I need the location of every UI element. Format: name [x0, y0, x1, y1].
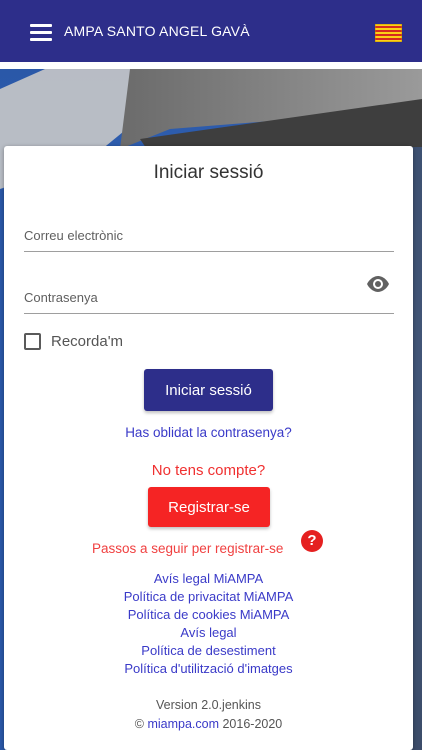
remember-me-checkbox[interactable]: Recorda'm	[24, 333, 123, 350]
eye-icon[interactable]	[366, 274, 390, 294]
register-button[interactable]: Registrar-se	[148, 487, 270, 527]
legal-link-privacitat-miampa[interactable]: Política de privacitat MiAMPA	[4, 588, 413, 606]
login-button[interactable]: Iniciar sessió	[144, 369, 273, 411]
app-title: AMPA SANTO ANGEL GAVÀ	[64, 23, 250, 39]
password-field-container	[24, 270, 394, 314]
version-text: Version 2.0.jenkins	[156, 698, 261, 712]
copyright-years: 2016-2020	[222, 717, 283, 731]
email-field-container	[24, 208, 394, 252]
copyright-symbol: ©	[134, 717, 144, 731]
checkbox-box[interactable]	[24, 333, 41, 350]
login-card: Iniciar sessió Recorda'm Iniciar sessió …	[4, 146, 413, 750]
legal-links-list: Avís legal MiAMPA Política de privacitat…	[4, 570, 413, 678]
login-title: Iniciar sessió	[153, 162, 264, 183]
miampa-site-link[interactable]: miampa.com	[147, 717, 219, 731]
password-input[interactable]	[24, 270, 394, 313]
legal-link-avis-legal-miampa[interactable]: Avís legal MiAMPA	[4, 570, 413, 588]
email-input[interactable]	[24, 208, 394, 251]
registration-steps-link[interactable]: Passos a seguir per registrar-se	[92, 541, 283, 556]
question-mark-icon[interactable]: ?	[301, 530, 323, 552]
legal-link-desestiment[interactable]: Política de desestiment	[4, 642, 413, 660]
remember-me-label: Recorda'm	[51, 333, 124, 350]
app-bar: AMPA SANTO ANGEL GAVÀ	[0, 0, 422, 62]
forgot-password-link[interactable]: Has oblidat la contrasenya?	[4, 425, 413, 440]
no-account-prompt: No tens compte?	[151, 462, 266, 479]
copyright-line: © miampa.com 2016-2020	[4, 717, 413, 731]
legal-link-cookies-miampa[interactable]: Política de cookies MiAMPA	[4, 606, 413, 624]
catalan-flag-icon[interactable]	[374, 23, 403, 43]
legal-link-imatges[interactable]: Política d'utilització d'imatges	[4, 660, 413, 678]
hamburger-menu-icon[interactable]	[30, 24, 52, 41]
legal-link-avis-legal[interactable]: Avís legal	[4, 624, 413, 642]
